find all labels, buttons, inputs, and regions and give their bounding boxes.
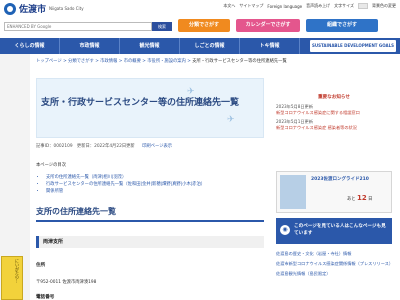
address-heading: 住所 <box>36 263 46 268</box>
notice-link[interactable]: 新型コロナウイルス感染症 感染者等の状況 <box>276 125 392 131</box>
countdown-label: あと <box>347 197 356 202</box>
notice-link[interactable]: 新型コロナウイルス感染症に関する相談窓口 <box>276 110 392 116</box>
bird-icon: ✈ <box>227 115 235 125</box>
city-emblem-icon <box>4 2 16 15</box>
logo-subtitle: Niigata Sado City <box>49 6 84 11</box>
toc-item[interactable]: 行政サービスセンターの住所連絡先一覧（佐和田|金井|新穂|畑野|真野|小木|赤泊… <box>46 181 205 188</box>
search-button[interactable]: 検索 <box>152 22 172 31</box>
logo-text: 佐渡市 <box>19 5 47 15</box>
event-title: 2023佐渡ロングライド210 <box>311 177 369 182</box>
search-input[interactable]: ENHANCED BY Google <box>4 22 152 31</box>
breadcrumb: トップページ > 分類でさがす > 市政情報 > 市の概要 > 市役所・施設の案… <box>36 59 287 64</box>
util-link-sitemap[interactable]: サイトマップ <box>239 3 263 9</box>
organization-search-button[interactable]: 組織でさがす <box>306 19 378 32</box>
calendar-search-button[interactable]: カレンダーでさがす <box>236 19 300 32</box>
util-link-fontsize[interactable]: 文字サイズ <box>334 3 354 9</box>
breadcrumb-link[interactable]: 市の概要 <box>124 59 141 64</box>
breadcrumb-link[interactable]: 市政情報 <box>100 59 117 64</box>
print-page-link[interactable]: 印刷ページ表示 <box>142 144 172 149</box>
side-ad-banner[interactable]: にいがたの... <box>1 256 23 300</box>
related-links: 佐渡島の歴史・文化（岩屋・寺社）情報 佐渡市新型コロナウイルス感染症関係情報（プ… <box>276 251 393 281</box>
article-meta: 記事ID：0002109 更新日：2022年4月22日更新 印刷ページ表示 <box>36 143 172 149</box>
related-link[interactable]: 佐渡島の歴史・文化（岩屋・寺社）情報 <box>276 251 392 257</box>
breadcrumb-current: 支所・行政サービスセンター等の住所連絡先一覧 <box>192 59 287 64</box>
nav-item-work[interactable]: しごとの情報 <box>180 38 240 54</box>
breadcrumb-link[interactable]: トップページ <box>36 59 62 64</box>
util-link-foreign[interactable]: Foreign language <box>267 4 302 9</box>
toc-item[interactable]: 支所の住所連絡先一覧（両津|相川|羽茂） <box>46 174 205 181</box>
toc-label: 本ページの目次 <box>36 163 66 168</box>
related-link[interactable]: 佐渡市新型コロナウイルス感染症関係情報（プレスリリース） <box>276 261 393 267</box>
phone-heading: 電話番号 <box>36 295 55 300</box>
page-title: 支所・行政サービスセンター等の住所連絡先一覧 <box>41 98 240 108</box>
address-text: 〒952-0011 佐渡市両津湊198 <box>36 280 97 285</box>
nav-item-living[interactable]: くらしの情報 <box>0 38 60 54</box>
nav-item-tourism[interactable]: 観光情報 <box>120 38 180 54</box>
nav-item-toki[interactable]: トキ情報 <box>240 38 300 54</box>
site-logo[interactable]: 佐渡市 Niigata Sado City <box>4 2 84 15</box>
countdown-value: 12 <box>356 194 367 202</box>
utility-links: 本文へ サイトマップ Foreign language 音声読み上げ 文字サイズ… <box>223 3 396 9</box>
event-banner[interactable]: 2023佐渡ロングライド210 あと 12 日 <box>276 171 392 213</box>
util-link-voice[interactable]: 音声読み上げ <box>306 3 330 9</box>
eye-icon: ◉ <box>280 225 290 235</box>
breadcrumb-link[interactable]: 市役所・施設の案内 <box>147 59 186 64</box>
breadcrumb-link[interactable]: 分類でさがす <box>68 59 94 64</box>
page-title-banner: ✈ ✈ 支所・行政サービスセンター等の住所連絡先一覧 <box>36 78 264 138</box>
table-of-contents: 支所の住所連絡先一覧（両津|相川|羽茂） 行政サービスセンターの住所連絡先一覧（… <box>40 174 205 195</box>
toc-item[interactable]: 関係所管 <box>46 188 205 195</box>
sidebar-notices: 重要なお知らせ 2023年5月8日更新 新型コロナウイルス感染症に関する相談窓口… <box>276 94 392 134</box>
main-nav: くらしの情報 市政情報 観光情報 しごとの情報 トキ情報 SUSTAINABLE… <box>0 38 400 54</box>
related-link[interactable]: 佐渡島観光情報（島民限定） <box>276 271 392 277</box>
notices-heading: 重要なお知らせ <box>317 95 351 100</box>
countdown-unit: 日 <box>368 197 373 202</box>
bird-icon: ✈ <box>187 87 195 97</box>
related-pages-header: ◉ このページを見ている人はこんなページも見ています <box>276 218 392 244</box>
nav-item-city-admin[interactable]: 市政情報 <box>60 38 120 54</box>
subsection-heading: 両津支所 <box>36 236 264 248</box>
sdgs-banner[interactable]: SUSTAINABLE DEVELOPMENT GOALS <box>310 40 396 52</box>
fontsize-toggle[interactable] <box>358 3 368 9</box>
category-search-button[interactable]: 分類でさがす <box>178 19 230 32</box>
event-image <box>280 175 306 209</box>
notice-item: 2023年5月1日更新 新型コロナウイルス感染症 感染者等の状況 <box>276 119 392 131</box>
related-pages-text: このページを見ている人はこんなページも見ています <box>294 224 386 236</box>
notice-item: 2023年5月8日更新 新型コロナウイルス感染症に関する相談窓口 <box>276 104 392 116</box>
article-meta-text: 記事ID：0002109 更新日：2022年4月22日更新 <box>36 144 135 149</box>
section-heading: 支所の住所連絡先一覧 <box>36 206 264 222</box>
util-link-skip[interactable]: 本文へ <box>223 3 235 9</box>
notices-list: 2023年5月8日更新 新型コロナウイルス感染症に関する相談窓口 2023年5月… <box>276 104 392 131</box>
event-countdown: あと 12 日 <box>347 194 372 202</box>
util-link-bgcolor[interactable]: 背景色の変更 <box>372 3 396 9</box>
